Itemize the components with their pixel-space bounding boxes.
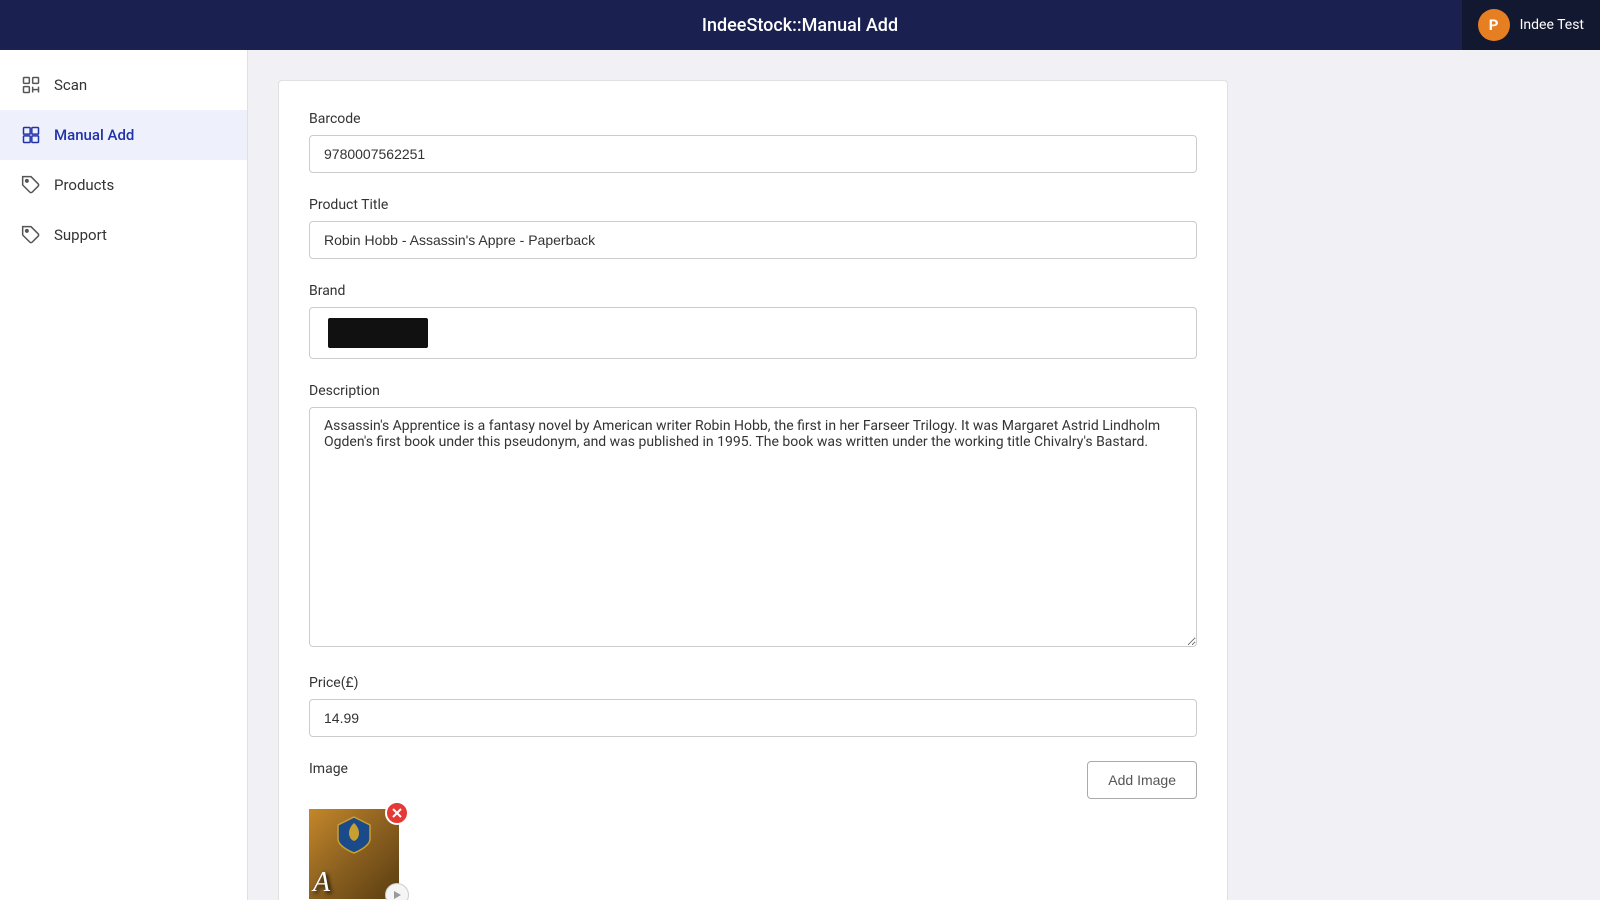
image-group: Image Add Image A (309, 761, 1197, 899)
description-group: Description Assassin's Apprentice is a f… (309, 383, 1197, 651)
book-cover-letter: A (313, 867, 330, 899)
product-title-label: Product Title (309, 197, 1197, 213)
sidebar-item-products-label: Products (54, 176, 114, 194)
price-label: Price(£) (309, 675, 1197, 691)
description-label: Description (309, 383, 1197, 399)
sidebar-item-manual-add-label: Manual Add (54, 126, 134, 144)
app-header: IndeeStock::Manual Add P Indee Test (0, 0, 1600, 50)
tag-icon (20, 174, 42, 196)
sidebar-item-scan-label: Scan (54, 76, 87, 94)
sidebar-item-support[interactable]: Support (0, 210, 247, 260)
price-input[interactable] (309, 699, 1197, 737)
sidebar-item-scan[interactable]: Scan (0, 60, 247, 110)
image-thumb-container: A (309, 809, 429, 899)
user-name: Indee Test (1520, 17, 1584, 33)
sidebar-item-support-label: Support (54, 226, 107, 244)
remove-image-button[interactable] (385, 801, 409, 825)
sidebar-item-manual-add[interactable]: Manual Add (0, 110, 247, 160)
page-title: IndeeStock::Manual Add (702, 15, 898, 36)
grid-icon (20, 124, 42, 146)
description-textarea[interactable]: Assassin's Apprentice is a fantasy novel… (309, 407, 1197, 647)
sidebar-item-products[interactable]: Products (0, 160, 247, 210)
image-area: A (309, 809, 1197, 899)
avatar: P (1478, 9, 1510, 41)
brand-field-container[interactable] (309, 307, 1197, 359)
barcode-group: Barcode (309, 111, 1197, 173)
sidebar: Scan Manual Add Products (0, 50, 248, 900)
content-area: Barcode Product Title Brand Description … (248, 50, 1600, 900)
scan-icon (20, 74, 42, 96)
image-section-header: Image Add Image (309, 761, 1197, 799)
product-title-group: Product Title (309, 197, 1197, 259)
barcode-label: Barcode (309, 111, 1197, 127)
add-image-button[interactable]: Add Image (1087, 761, 1197, 799)
product-title-input[interactable] (309, 221, 1197, 259)
brand-label: Brand (309, 283, 1197, 299)
support-icon (20, 224, 42, 246)
brand-color-swatch (328, 318, 428, 348)
barcode-input[interactable] (309, 135, 1197, 173)
image-label: Image (309, 761, 348, 777)
user-menu[interactable]: P Indee Test (1462, 0, 1600, 50)
form-card: Barcode Product Title Brand Description … (278, 80, 1228, 900)
book-cover-thumb: A (309, 809, 399, 899)
main-layout: Scan Manual Add Products (0, 50, 1600, 900)
brand-group: Brand (309, 283, 1197, 359)
book-cover-ornament (334, 815, 374, 855)
price-group: Price(£) (309, 675, 1197, 737)
play-button[interactable] (385, 883, 409, 900)
